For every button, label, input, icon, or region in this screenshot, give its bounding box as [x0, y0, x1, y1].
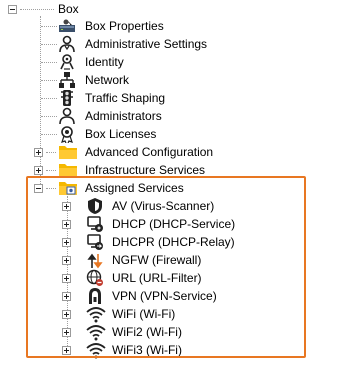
- tree-node-label: Traffic Shaping: [85, 91, 166, 105]
- expand-toggle[interactable]: [34, 148, 43, 157]
- tree-node-box-licenses[interactable]: Box Licenses: [58, 125, 318, 143]
- box-licenses-icon: [58, 125, 76, 143]
- tree-node-label: Advanced Configuration: [85, 145, 214, 159]
- tree-node-label: Identity: [85, 55, 124, 69]
- tree-node-traffic-shaping[interactable]: Traffic Shaping: [58, 89, 318, 107]
- traffic-shaping-icon: [58, 89, 76, 107]
- tree-node-box[interactable]: Box: [0, 0, 120, 18]
- tree-node-label: Box Licenses: [85, 127, 157, 141]
- tree-node-label: Box: [58, 2, 79, 16]
- tree-connector: [41, 134, 57, 135]
- tree-node-label: Administrators: [85, 109, 162, 123]
- tree-connector: [41, 44, 57, 45]
- expand-toggle[interactable]: [34, 166, 43, 175]
- administrators-icon: [58, 107, 76, 125]
- tree-connector: [41, 80, 57, 81]
- tree-node-label: Administrative Settings: [85, 37, 208, 51]
- box-properties-icon: [58, 17, 76, 35]
- tree-connector: [41, 116, 57, 117]
- collapse-toggle[interactable]: [8, 5, 17, 14]
- network-icon: [58, 71, 76, 89]
- tree-node-label: Box Properties: [85, 19, 164, 33]
- tree-connector: [41, 62, 57, 63]
- highlight-frame: [26, 176, 306, 358]
- tree-node-administrative-settings[interactable]: Administrative Settings: [58, 35, 318, 53]
- tree-node-network[interactable]: Network: [58, 71, 318, 89]
- tree-node-advanced-configuration[interactable]: Advanced Configuration: [34, 143, 314, 161]
- identity-icon: [58, 53, 76, 71]
- folder-icon: [58, 143, 78, 161]
- tree-node-identity[interactable]: Identity: [58, 53, 318, 71]
- admin-settings-icon: [58, 35, 76, 53]
- tree-node-box-properties[interactable]: Box Properties: [58, 17, 318, 35]
- tree-node-label: Network: [85, 73, 130, 87]
- tree-connector: [41, 98, 57, 99]
- tree-node-administrators[interactable]: Administrators: [58, 107, 318, 125]
- tree-connector: [41, 26, 57, 27]
